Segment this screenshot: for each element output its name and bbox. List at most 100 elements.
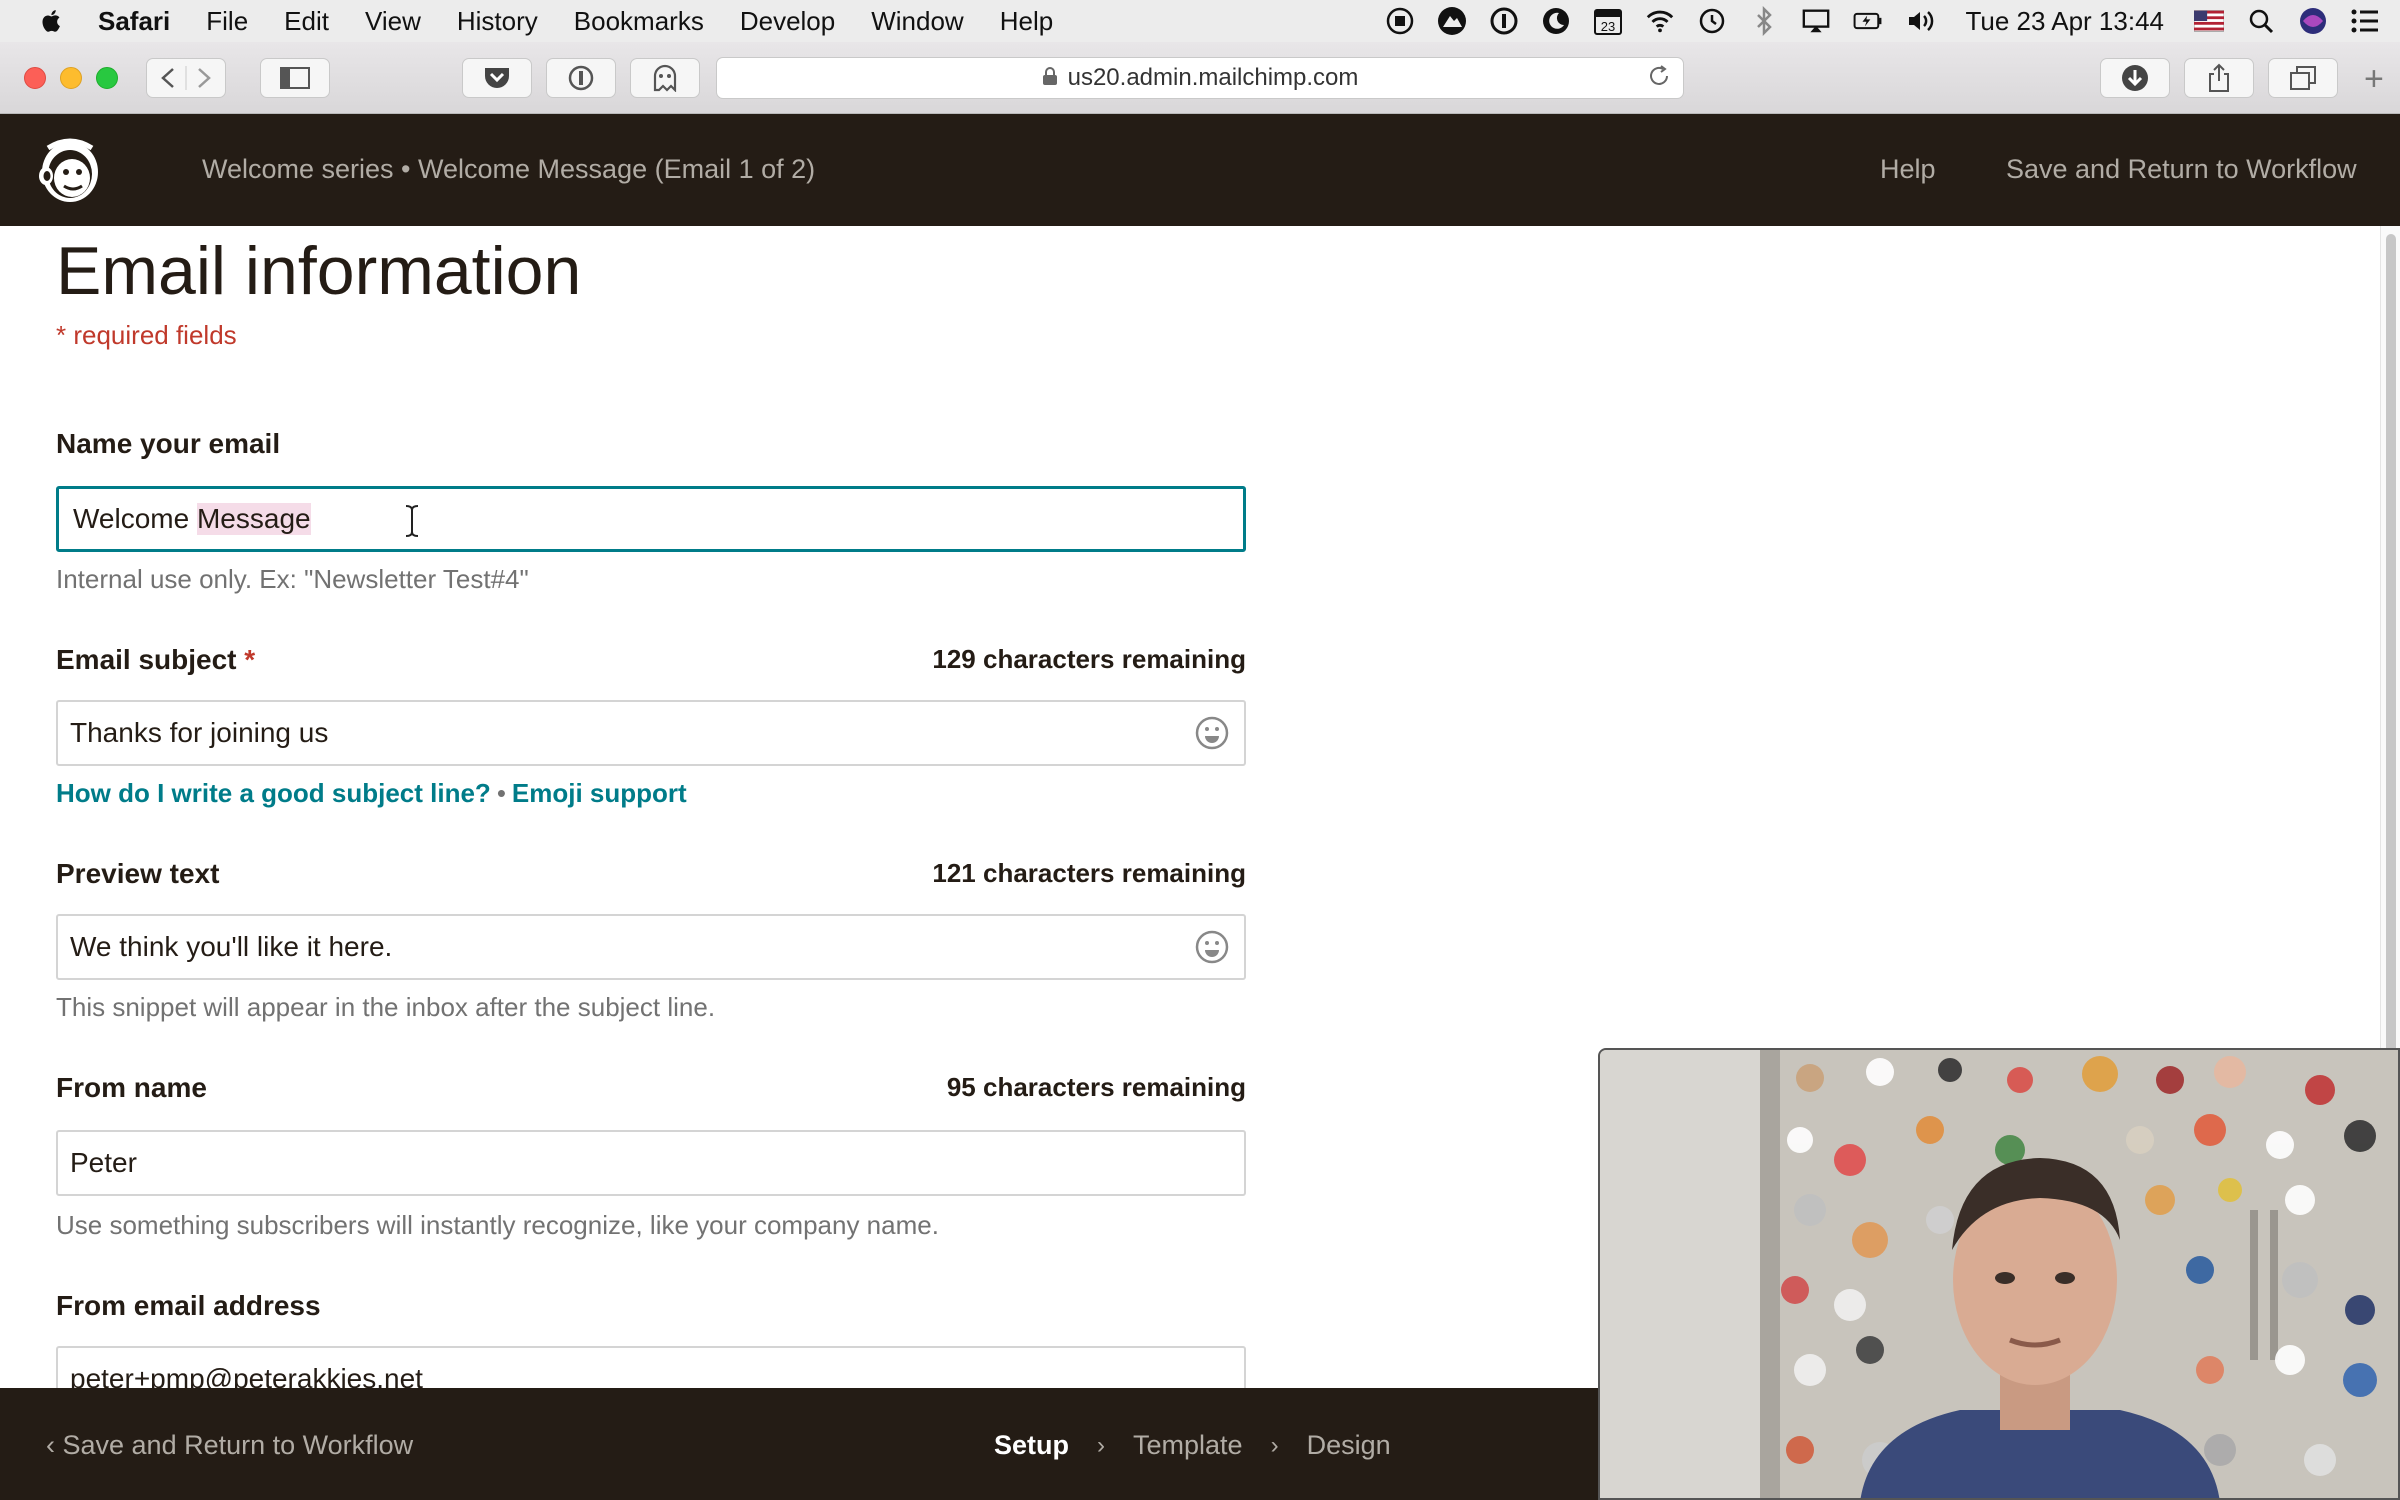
sidebar-toggle-button[interactable] [260,58,330,98]
back-forward-icons[interactable] [151,64,221,92]
step-design[interactable]: Design [1307,1430,1391,1461]
from-name-input[interactable] [56,1130,1246,1196]
webcam-video-overlay [1598,1048,2400,1500]
siri-icon[interactable] [2298,6,2328,36]
footer-save-return-label: Save and Return to Workflow [62,1430,414,1460]
window-minimize-button[interactable] [60,67,82,89]
emoji-picker-icon[interactable] [1194,929,1230,965]
calendar-day: 23 [1601,19,1615,34]
onepassword-ext-icon [568,65,594,91]
emoji-support-link[interactable]: Emoji support [512,778,687,808]
notification-center-icon[interactable] [2350,6,2380,36]
window-close-button[interactable] [24,67,46,89]
link-separator: • [496,778,506,808]
menu-window[interactable]: Window [871,6,963,37]
emoji-picker-icon[interactable] [1194,715,1230,751]
menu-help[interactable]: Help [1000,6,1053,37]
subject-line-guide-link[interactable]: How do I write a good subject line? [56,778,491,808]
download-icon [2122,65,2148,91]
ghostery-button[interactable] [630,58,700,98]
step-navigation: Setup › Template › Design [994,1430,1391,1461]
wifi-icon[interactable] [1645,6,1675,36]
tabs-overview-button[interactable] [2268,58,2338,98]
address-bar[interactable]: us20.admin.mailchimp.com [716,57,1684,99]
menu-history[interactable]: History [457,6,538,37]
url-text: us20.admin.mailchimp.com [1067,64,1359,91]
scrollbar-thumb[interactable] [2386,234,2396,1054]
share-button[interactable] [2184,58,2254,98]
email-name-helper: Internal use only. Ex: "Newsletter Test#… [56,564,529,594]
ghost-icon [653,64,677,92]
chevron-left-icon: ‹ [46,1430,63,1460]
subject-characters-remaining: 129 characters remaining [932,644,1246,674]
pocket-icon [485,68,509,88]
step-template[interactable]: Template [1133,1430,1243,1461]
browser-toolbar: us20.admin.mailchimp.com + [0,42,2400,114]
battery-icon[interactable] [1853,6,1883,36]
airplay-icon[interactable] [1801,6,1831,36]
footer-save-return-link[interactable]: ‹ Save and Return to Workflow [46,1430,413,1461]
chevron-right-icon: › [1097,1431,1106,1459]
sidebar-icon [280,67,310,89]
tabs-icon [2290,66,2316,90]
email-name-value-highlight: Message [196,503,311,535]
new-tab-icon[interactable]: + [2364,60,2384,99]
preview-characters-remaining: 121 characters remaining [932,858,1246,888]
menubar-clock[interactable]: Tue 23 Apr 13:44 [1965,6,2164,37]
required-mark: * [244,644,256,675]
volume-icon[interactable] [1905,6,1935,36]
breadcrumb: Welcome series • Welcome Message (Email … [202,154,816,184]
menu-safari[interactable]: Safari [98,6,170,37]
step-setup[interactable]: Setup [994,1430,1069,1461]
preview-text-label: Preview text [56,858,220,889]
time-machine-icon[interactable] [1697,6,1727,36]
spotlight-icon[interactable] [2246,6,2276,36]
preview-text-wrap [56,914,1246,980]
preview-text-helper: This snippet will appear in the inbox af… [56,992,716,1022]
from-name-label: From name [56,1072,207,1103]
app-header: Welcome series • Welcome Message (Email … [0,114,2400,226]
text-cursor-icon [405,505,419,537]
email-subject-label: Email subject * [56,644,255,676]
mailchimp-logo-icon[interactable] [34,134,104,206]
window-zoom-button[interactable] [96,67,118,89]
downloads-button[interactable] [2100,58,2170,98]
calendar-icon[interactable]: 23 [1593,6,1623,36]
apple-icon[interactable] [38,7,66,35]
presenter-video-image [1600,1050,2398,1498]
email-name-input[interactable]: Welcome Message [56,486,1246,552]
chevron-right-icon: › [1270,1431,1279,1459]
onepassword-icon[interactable] [1489,6,1519,36]
from-name-helper: Use something subscribers will instantly… [56,1210,939,1240]
save-return-workflow-link[interactable]: Save and Return to Workflow [2006,154,2357,185]
required-fields-note: * required fields [56,320,237,350]
email-subject-wrap [56,700,1246,766]
menu-edit[interactable]: Edit [284,6,329,37]
pocket-button[interactable] [462,58,532,98]
preview-text-input[interactable] [56,914,1246,980]
email-name-label: Name your email [56,428,281,459]
from-email-label: From email address [56,1290,321,1321]
menu-file[interactable]: File [206,6,248,37]
help-link[interactable]: Help [1880,154,1936,185]
onepassword-button[interactable] [546,58,616,98]
moon-icon[interactable] [1541,6,1571,36]
email-subject-label-text: Email subject [56,644,237,675]
menu-bar: Safari File Edit View History Bookmarks … [0,0,2400,42]
from-name-characters-remaining: 95 characters remaining [946,1072,1246,1102]
menu-bookmarks[interactable]: Bookmarks [574,6,704,37]
lock-icon [1042,66,1058,91]
subject-help-links: How do I write a good subject line? • Emoj… [56,778,687,809]
from-email-input[interactable] [56,1346,1246,1388]
reload-icon[interactable] [1647,64,1671,95]
bluetooth-icon[interactable] [1749,6,1779,36]
page-title: Email information [56,233,582,309]
back-forward-buttons[interactable] [146,58,226,98]
flag-us-icon[interactable] [2194,6,2224,36]
menu-view[interactable]: View [365,6,421,37]
menu-develop[interactable]: Develop [740,6,835,37]
mountain-icon[interactable] [1437,6,1467,36]
email-subject-input[interactable] [56,700,1246,766]
share-icon [2209,63,2229,92]
record-icon[interactable] [1385,6,1415,36]
